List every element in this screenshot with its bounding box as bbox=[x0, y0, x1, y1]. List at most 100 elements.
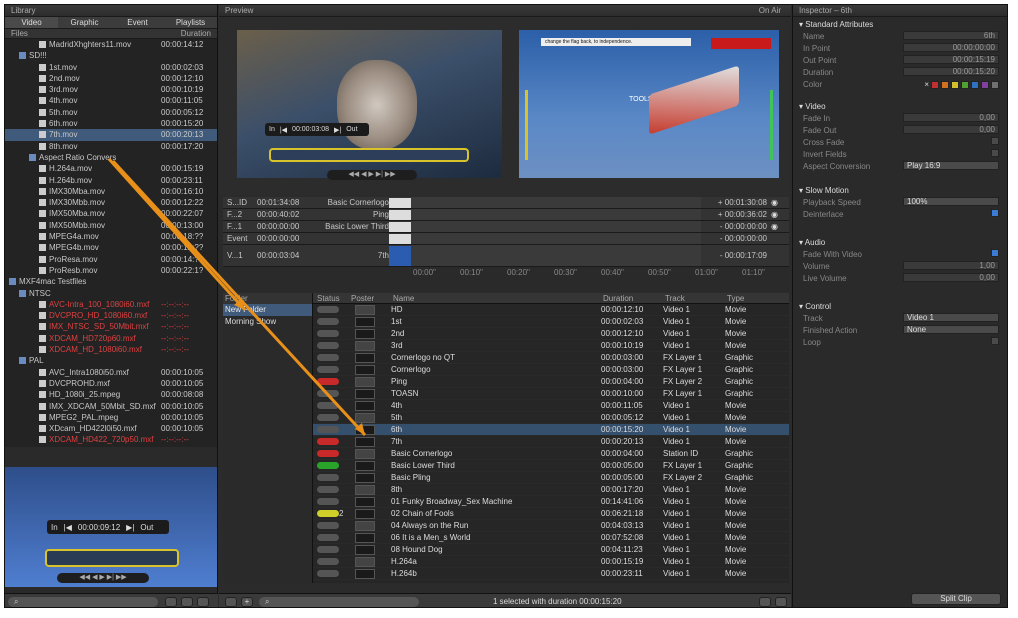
clip-row[interactable]: 1st 00:00:02:03 Video 1 Movie bbox=[313, 316, 789, 328]
color-swatch[interactable] bbox=[961, 81, 969, 89]
col-files[interactable]: Files bbox=[11, 29, 28, 38]
color-swatch[interactable] bbox=[931, 81, 939, 89]
file-row[interactable]: 3rd.mov 00:00:10:19 bbox=[5, 84, 217, 95]
track-lane[interactable] bbox=[411, 209, 701, 220]
timeline-track[interactable]: V...1 00:00:03:04 7th - 00:00:17:09 bbox=[223, 245, 789, 267]
player-transport[interactable]: ◀◀ ◀ ▶ ▶| ▶▶ bbox=[57, 573, 149, 583]
clip-row[interactable]: Cornerlogo 00:00:03:00 FX Layer 1 Graphic bbox=[313, 364, 789, 376]
file-row[interactable]: IMX_NTSC_SD_50Mbit.mxf --:--:--:-- bbox=[5, 321, 217, 332]
file-row[interactable]: 2nd.mov 00:00:12:10 bbox=[5, 73, 217, 84]
file-row[interactable]: MadridXhghters11.mov 00:00:14:12 bbox=[5, 39, 217, 50]
file-row[interactable]: 6th.mov 00:00:15:20 bbox=[5, 118, 217, 129]
visibility-eye-icon[interactable] bbox=[771, 233, 789, 244]
clip-row[interactable]: HD 00:00:12:10 Video 1 Movie bbox=[313, 304, 789, 316]
status-indicator[interactable] bbox=[317, 498, 339, 505]
clip-col-header[interactable]: Duration bbox=[599, 293, 661, 303]
file-row[interactable]: H.264a.mov 00:00:15:19 bbox=[5, 163, 217, 174]
clip-row[interactable]: Basic Cornerlogo 00:00:04:00 Station ID Gra… bbox=[313, 448, 789, 460]
file-row[interactable]: IMX50Mba.mov 00:00:22:07 bbox=[5, 208, 217, 219]
section-control[interactable]: ▾ Control bbox=[793, 299, 1007, 313]
clip-row[interactable]: 2nd 00:00:12:10 Video 1 Movie bbox=[313, 328, 789, 340]
file-row[interactable]: Aspect Ratio Convers bbox=[5, 152, 217, 163]
tab-event[interactable]: Event bbox=[111, 17, 164, 28]
live-volume-field[interactable]: 0,00 bbox=[903, 273, 999, 282]
file-row[interactable]: SD!!! bbox=[5, 50, 217, 61]
timeline-ruler[interactable]: 00:00" 00:10" 00:20" 00:30" 00:40" 00:50" 01:0… bbox=[223, 267, 789, 279]
player-scrubber[interactable] bbox=[45, 549, 179, 567]
file-row[interactable]: 4th.mov 00:00:11:05 bbox=[5, 95, 217, 106]
file-row[interactable]: H.264b.mov 00:00:23:11 bbox=[5, 175, 217, 186]
fade-with-video-checkbox[interactable] bbox=[991, 249, 999, 257]
out-button[interactable]: Out bbox=[140, 523, 153, 532]
file-row[interactable]: IMX30Mbb.mov 00:00:12:22 bbox=[5, 197, 217, 208]
color-swatch[interactable] bbox=[991, 81, 999, 89]
status-indicator[interactable] bbox=[317, 378, 339, 385]
clip-search-input[interactable]: ⌕ bbox=[259, 597, 419, 607]
clip-col-header[interactable]: Track bbox=[661, 293, 723, 303]
track-lane[interactable] bbox=[411, 221, 701, 232]
file-row[interactable]: ProResa.mov 00:00:14:?? bbox=[5, 254, 217, 265]
track-lane[interactable] bbox=[411, 233, 701, 244]
file-row[interactable]: IMX50Mbb.mov 00:00:13:00 bbox=[5, 220, 217, 231]
preview-controls[interactable]: ◀◀ ◀ ▶ ▶| ▶▶ bbox=[327, 170, 417, 180]
track-clip-icon[interactable] bbox=[389, 210, 411, 220]
status-indicator[interactable] bbox=[317, 306, 339, 313]
step-back-icon[interactable]: |◀ bbox=[64, 523, 72, 532]
clip-row[interactable]: 5th 00:00:05:12 Video 1 Movie bbox=[313, 412, 789, 424]
file-row[interactable]: MPEG2_PAL.mpeg 00:00:10:05 bbox=[5, 412, 217, 423]
clip-row[interactable]: 06 It is a Men_s World 00:07:52:08 Video 1… bbox=[313, 532, 789, 544]
in-button[interactable]: In bbox=[51, 523, 58, 532]
clip-row[interactable]: 08 Hound Dog 00:04:11:23 Video 1 Movie bbox=[313, 544, 789, 556]
file-row[interactable]: XDCAM_HD720p60.mxf --:--:--:-- bbox=[5, 333, 217, 344]
status-indicator[interactable] bbox=[317, 414, 339, 421]
import-button[interactable] bbox=[181, 597, 193, 607]
step-forward-icon[interactable]: ▶| bbox=[126, 523, 134, 532]
file-row[interactable]: PAL bbox=[5, 355, 217, 366]
file-row[interactable]: IMX_XDCAM_50Mbit_SD.mxf 00:00:10:05 bbox=[5, 401, 217, 412]
clip-row[interactable]: TOASN 00:00:10:00 FX Layer 1 Graphic bbox=[313, 388, 789, 400]
color-swatch[interactable] bbox=[951, 81, 959, 89]
status-indicator[interactable] bbox=[317, 510, 339, 517]
list-view-button[interactable] bbox=[759, 597, 771, 607]
aspect-select[interactable]: Play 16:9 bbox=[903, 161, 999, 170]
no-color-icon[interactable]: × bbox=[924, 79, 929, 91]
section-video[interactable]: ▾ Video bbox=[793, 99, 1007, 113]
status-indicator[interactable] bbox=[317, 474, 339, 481]
clip-row[interactable]: Cornerlogo no QT 00:00:03:00 FX Layer 1 Gra… bbox=[313, 352, 789, 364]
clip-row[interactable]: 04 Always on the Run 00:04:03:13 Video 1 Mo… bbox=[313, 520, 789, 532]
playlist-morning-show[interactable]: Morning Show bbox=[223, 316, 312, 327]
file-row[interactable]: MPEG4a.mov 00:00:18:?? bbox=[5, 231, 217, 242]
timeline-track[interactable]: Event 00:00:00:00 - 00:00:00:00 bbox=[223, 233, 789, 245]
clip-col-header[interactable]: Type bbox=[723, 293, 783, 303]
track-lane[interactable] bbox=[411, 245, 701, 266]
loop-checkbox[interactable] bbox=[991, 337, 999, 345]
section-standard-attributes[interactable]: ▾ Standard Attributes bbox=[793, 17, 1007, 31]
track-clip-icon[interactable] bbox=[389, 234, 411, 244]
preview-in-button[interactable]: In bbox=[269, 126, 275, 133]
preview-scrubber[interactable] bbox=[269, 148, 469, 162]
track-clip-icon[interactable] bbox=[389, 222, 411, 232]
out-point-field[interactable]: 00:00:15:19 bbox=[903, 55, 999, 64]
clip-col-header[interactable]: Poster bbox=[347, 293, 389, 303]
in-point-field[interactable]: 00:00:00:00 bbox=[903, 43, 999, 52]
tab-video[interactable]: Video bbox=[5, 17, 58, 28]
deinterlace-checkbox[interactable] bbox=[991, 209, 999, 217]
name-field[interactable]: 6th bbox=[903, 31, 999, 40]
clip-col-header[interactable]: Name bbox=[389, 293, 599, 303]
fade-in-field[interactable]: 0,00 bbox=[903, 113, 999, 122]
file-row[interactable]: 8th.mov 00:00:17:20 bbox=[5, 141, 217, 152]
finished-action-select[interactable]: None bbox=[903, 325, 999, 334]
split-clip-button[interactable]: Split Clip bbox=[911, 593, 1001, 605]
refresh-button[interactable] bbox=[197, 597, 209, 607]
timeline-track[interactable]: S...ID 00:01:34:08 Basic Cornerlogo + 00:01… bbox=[223, 197, 789, 209]
file-row[interactable]: DVCPRO_HD_1080i60.mxf --:--:--:-- bbox=[5, 310, 217, 321]
clip-row[interactable]: H.264a 00:00:15:19 Video 1 Movie bbox=[313, 556, 789, 568]
status-indicator[interactable] bbox=[317, 330, 339, 337]
status-indicator[interactable] bbox=[317, 534, 339, 541]
volume-field[interactable]: 1,00 bbox=[903, 261, 999, 270]
playlist-new-folder[interactable]: New Folder bbox=[223, 304, 312, 316]
tab-graphic[interactable]: Graphic bbox=[58, 17, 111, 28]
tab-playlists[interactable]: Playlists bbox=[164, 17, 217, 28]
file-row[interactable]: 5th.mov 00:00:05:12 bbox=[5, 107, 217, 118]
preview-step-back-icon[interactable]: |◀ bbox=[280, 126, 287, 134]
